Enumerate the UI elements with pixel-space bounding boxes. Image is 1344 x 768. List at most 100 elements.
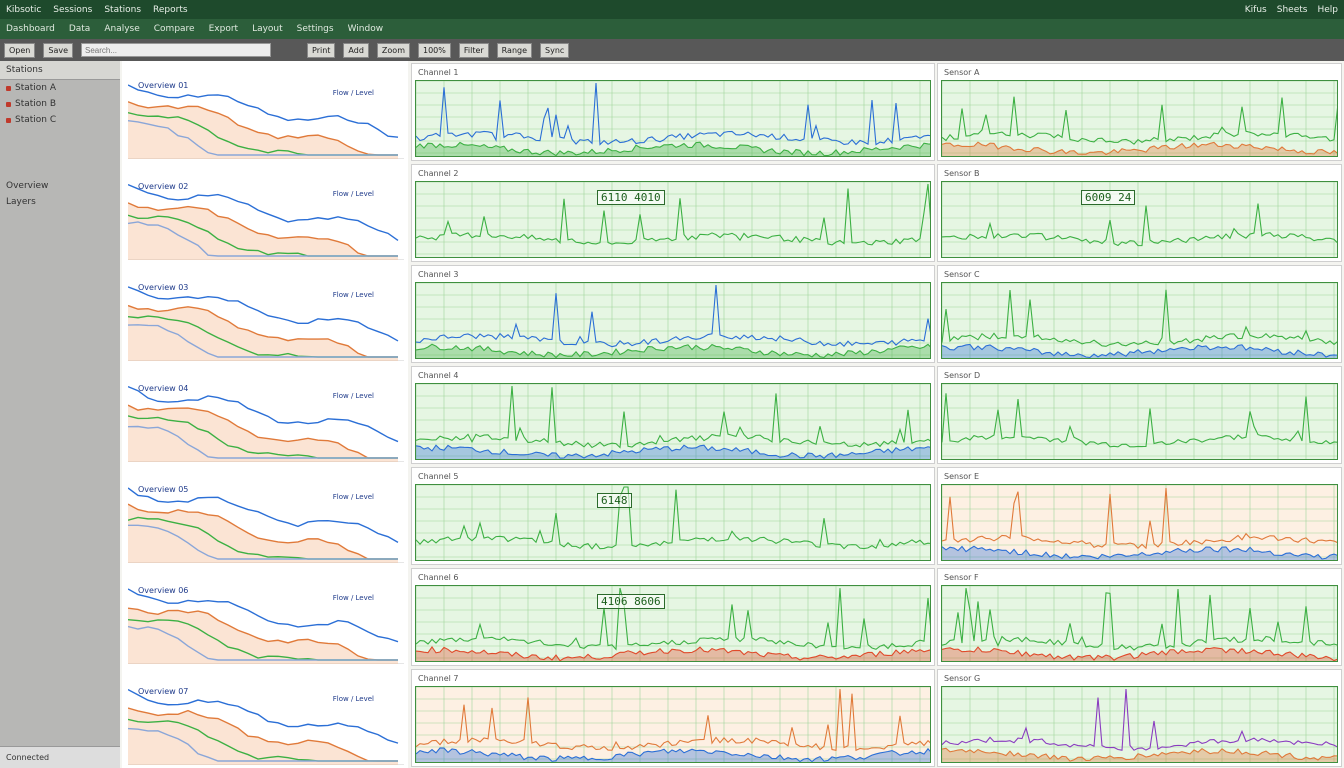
sync-button[interactable]: Sync — [540, 42, 570, 58]
thumbnail-title: Overview 06 — [138, 586, 189, 595]
sidebar: Stations Station A Station B Station C O… — [0, 61, 120, 768]
panel-title: Sensor A — [944, 68, 980, 77]
title-right-1[interactable]: Kifus — [1245, 5, 1267, 15]
panel-title: Sensor C — [944, 270, 980, 279]
thumbnail-card[interactable]: Overview 06 Flow / Level — [127, 568, 404, 664]
value-readout: 6009 24 — [1081, 190, 1136, 205]
sidebar-item-layers[interactable]: Layers — [0, 194, 120, 210]
thumbnail-card[interactable]: Overview 07 Flow / Level — [127, 669, 404, 765]
value-readout: 4106 8606 — [597, 594, 665, 609]
sidebar-item-overview[interactable]: Overview — [0, 178, 120, 194]
value-readout: 6110 4010 — [597, 190, 665, 205]
series-line — [942, 96, 1337, 145]
panel-plot[interactable]: 4106 8606 — [415, 585, 931, 662]
panel-plot[interactable] — [941, 383, 1338, 460]
title-right-3[interactable]: Help — [1317, 5, 1338, 15]
search-input[interactable] — [81, 43, 272, 57]
title-right-2[interactable]: Sheets — [1277, 5, 1308, 15]
series-area — [942, 748, 1337, 762]
tab-sessions[interactable]: Sessions — [53, 5, 92, 15]
thumbnail-card[interactable]: Overview 04 Flow / Level — [127, 366, 404, 462]
panel-title: Sensor F — [944, 573, 979, 582]
right_panels-panel[interactable]: Sensor E — [937, 467, 1342, 565]
series-line — [416, 82, 930, 146]
print-button[interactable]: Print — [307, 42, 336, 58]
right_panels-panel[interactable]: Sensor A — [937, 63, 1342, 161]
series-line — [942, 688, 1337, 751]
menu-export[interactable]: Export — [209, 24, 238, 34]
center_panels-panel[interactable]: Channel 7 — [411, 669, 935, 767]
menu-compare[interactable]: Compare — [154, 24, 195, 34]
menu-data[interactable]: Data — [69, 24, 91, 34]
tab-stations[interactable]: Stations — [104, 5, 141, 15]
signal-chart — [416, 586, 930, 661]
signal-chart — [416, 283, 930, 358]
series-line — [942, 289, 1337, 347]
menu-layout[interactable]: Layout — [252, 24, 283, 34]
center_panels-panel[interactable]: Channel 3 — [411, 265, 935, 363]
sidebar-item-label: Overview — [6, 181, 49, 191]
panel-plot[interactable] — [415, 80, 931, 157]
thumbnail-chart — [127, 588, 399, 664]
thumbnail-label: Flow / Level — [332, 493, 374, 501]
panel-plot[interactable] — [415, 383, 931, 460]
thumbnail-label: Flow / Level — [332, 695, 374, 703]
menu-bar: Dashboard Data Analyse Compare Export La… — [0, 19, 1344, 39]
menu-analyse[interactable]: Analyse — [104, 24, 139, 34]
sidebar-item-label: Station A — [15, 83, 57, 93]
panel-plot[interactable] — [941, 585, 1338, 662]
thumbnail-card[interactable]: Overview 03 Flow / Level — [127, 265, 404, 361]
tab-reports[interactable]: Reports — [153, 5, 188, 15]
sidebar-item-station-c[interactable]: Station C — [0, 112, 120, 128]
panel-plot[interactable] — [941, 484, 1338, 561]
open-button[interactable]: Open — [4, 42, 36, 58]
right_panels-panel[interactable]: Sensor C — [937, 265, 1342, 363]
panel-plot[interactable]: 6148 — [415, 484, 931, 561]
panel-title: Channel 3 — [418, 270, 459, 279]
zoom-value[interactable]: 100% — [417, 42, 451, 58]
center_panels-panel[interactable]: Channel 1 — [411, 63, 935, 161]
right_panels-panel[interactable]: Sensor F — [937, 568, 1342, 666]
filter-button[interactable]: Filter — [458, 42, 489, 58]
center_panels-panel[interactable]: Channel 4 — [411, 366, 935, 464]
sidebar-item-station-a[interactable]: Station A — [0, 80, 120, 96]
menu-dashboard[interactable]: Dashboard — [6, 24, 55, 34]
center_panels-panel[interactable]: Channel 6 4106 8606 — [411, 568, 935, 666]
panel-plot[interactable] — [941, 686, 1338, 763]
thumbnail-chart — [127, 84, 399, 159]
thumbnail-label: Flow / Level — [332, 392, 374, 400]
panel-plot[interactable] — [415, 282, 931, 359]
menu-settings[interactable]: Settings — [297, 24, 334, 34]
panel-plot[interactable] — [941, 282, 1338, 359]
right_panels-panel[interactable]: Sensor D — [937, 366, 1342, 464]
add-button[interactable]: Add — [343, 42, 369, 58]
sidebar-item-station-b[interactable]: Station B — [0, 96, 120, 112]
center_panels-panel[interactable]: Channel 2 6110 4010 — [411, 164, 935, 262]
right_panels-panel[interactable]: Sensor G — [937, 669, 1342, 767]
panel-plot[interactable]: 6110 4010 — [415, 181, 931, 258]
range-button[interactable]: Range — [496, 42, 533, 58]
zoom-button[interactable]: Zoom — [376, 42, 410, 58]
series-line — [416, 183, 930, 246]
series-line — [942, 588, 1337, 651]
thumbnail-chart — [127, 286, 399, 361]
thumbnail-card[interactable]: Overview 02 Flow / Level — [127, 164, 404, 260]
panel-plot[interactable]: 6009 24 — [941, 181, 1338, 258]
thumbnail-label: Flow / Level — [332, 291, 374, 299]
station-marker-icon — [6, 85, 11, 91]
panel-title: Sensor E — [944, 472, 980, 481]
thumbnail-chart — [127, 184, 399, 260]
right_panels-panel[interactable]: Sensor B 6009 24 — [937, 164, 1342, 262]
thumbnail-title: Overview 04 — [138, 384, 189, 393]
panel-plot[interactable] — [415, 686, 931, 763]
center_panels-panel[interactable]: Channel 5 6148 — [411, 467, 935, 565]
signal-chart — [416, 384, 930, 459]
panel-plot[interactable] — [941, 80, 1338, 157]
menu-window[interactable]: Window — [348, 24, 384, 34]
sidebar-section-title: Stations — [0, 61, 120, 80]
thumbnail-card[interactable]: Overview 01 Flow / Level — [127, 63, 404, 159]
thumbnail-title: Overview 01 — [138, 81, 189, 90]
save-button[interactable]: Save — [43, 42, 74, 58]
thumbnail-card[interactable]: Overview 05 Flow / Level — [127, 467, 404, 563]
